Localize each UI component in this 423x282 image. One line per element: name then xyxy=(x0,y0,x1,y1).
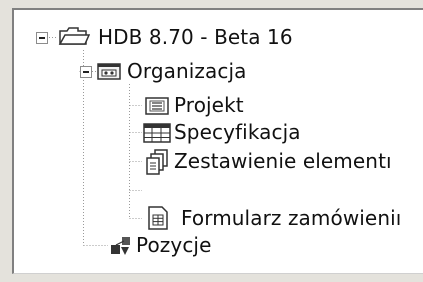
tree-item-label[interactable]: Zestawienie elementı xyxy=(174,148,392,174)
shapes-icon xyxy=(108,233,134,257)
tree-item-label[interactable]: Projekt xyxy=(174,92,244,118)
cassette-icon xyxy=(96,60,122,84)
form-document-icon xyxy=(146,205,172,231)
collapse-root-button[interactable] xyxy=(36,32,48,44)
tree-item-label[interactable]: Pozycje xyxy=(136,232,211,258)
table-grid-icon xyxy=(142,121,172,145)
tree-item-label[interactable]: Specyfikacja xyxy=(174,119,301,145)
project-card-icon xyxy=(144,94,170,118)
tree-view[interactable]: HDB 8.70 - Beta 16 Organizacja Projekt S… xyxy=(12,8,423,274)
collapse-organizacja-button[interactable] xyxy=(80,66,92,78)
tree-item-label[interactable]: HDB 8.70 - Beta 16 xyxy=(98,24,293,50)
tree-item-label[interactable]: Formularz zamówieniı xyxy=(181,205,401,231)
tree-view-window: HDB 8.70 - Beta 16 Organizacja Projekt S… xyxy=(0,0,423,282)
tree-item-label[interactable]: Organizacja xyxy=(127,58,246,84)
open-folder-icon xyxy=(58,25,90,49)
stacked-documents-icon xyxy=(144,148,170,176)
